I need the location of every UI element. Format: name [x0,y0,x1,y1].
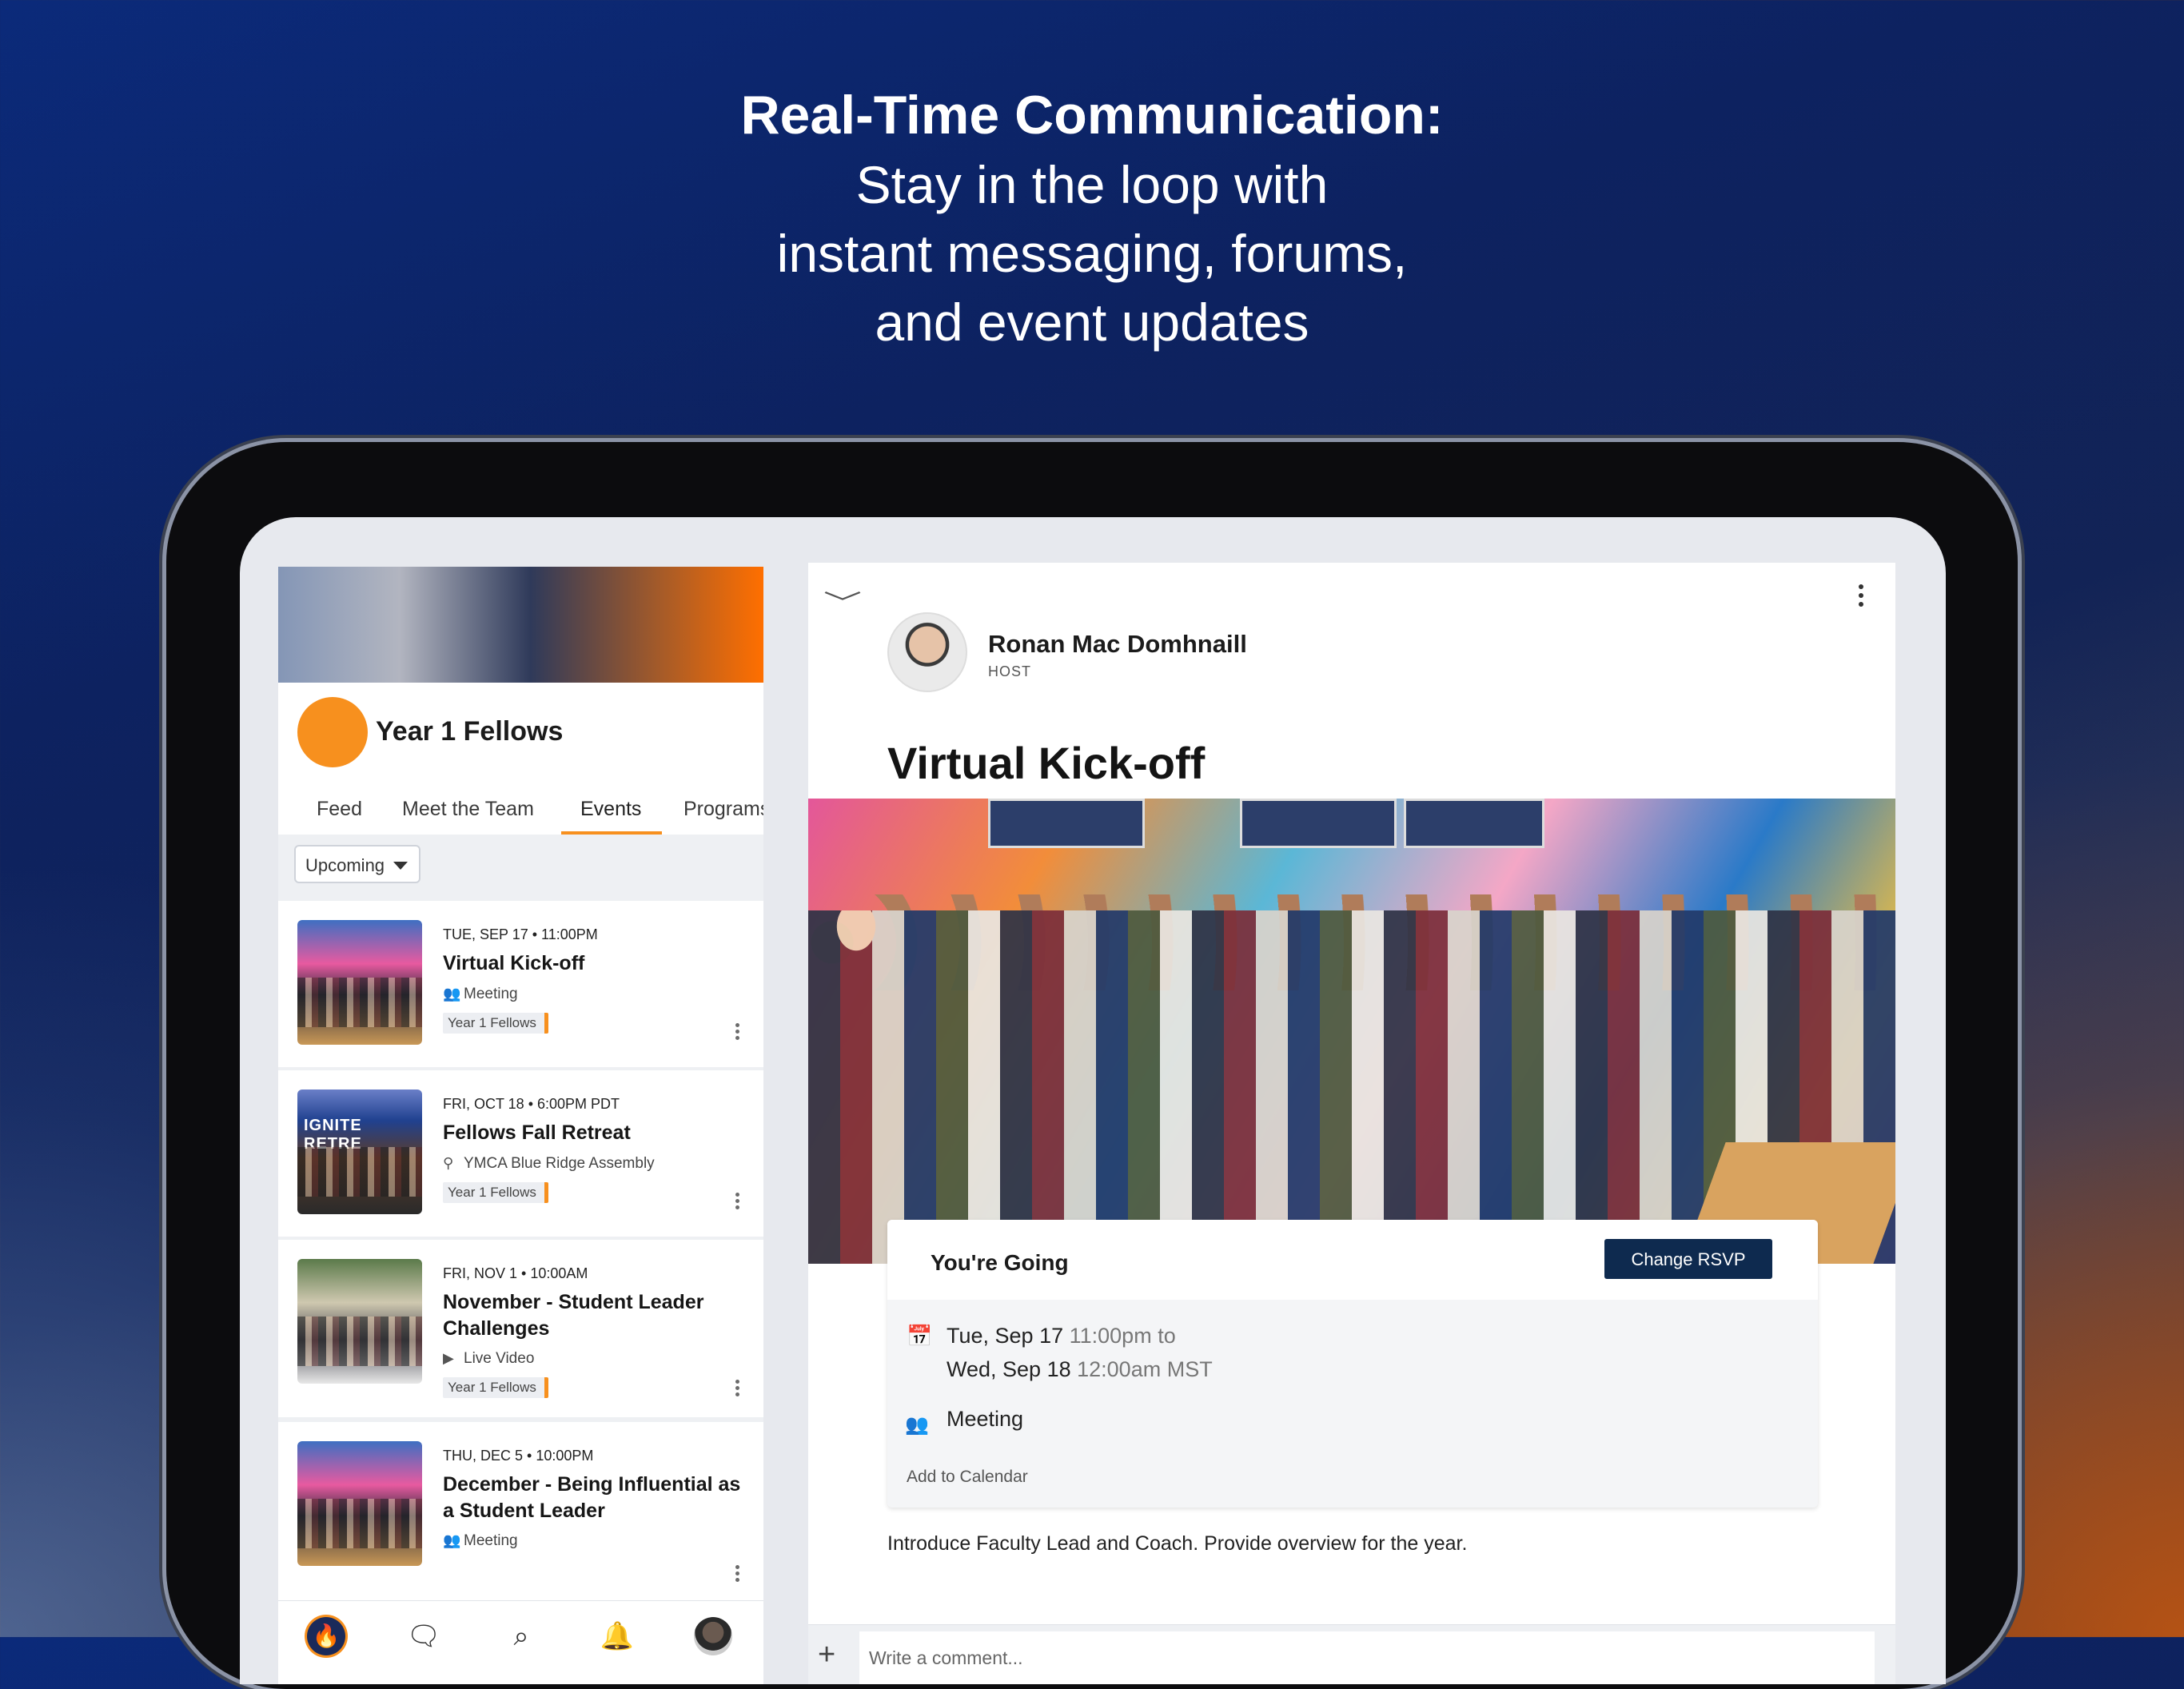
event-thumbnail: IGNITE RETRE [297,1089,422,1214]
event-meta: 👥 Meeting [443,1532,518,1550]
event-detail-panel: ﹀ Ronan Mac Domhnaill HOST Virtual Kick-… [808,563,1895,1684]
headline-line-3: and event updates [875,293,1309,352]
rsvp-card: You're Going Change RSVP 📅 Tue, Sep 17 1… [887,1220,1818,1508]
event-date: FRI, NOV 1 • 10:00AM [443,1265,588,1281]
group-header: Year 1 Fellows Feed Meet the Team Events… [278,683,763,835]
avatar[interactable] [694,1617,732,1655]
host-role: HOST [988,663,1032,679]
event-date: TUE, SEP 17 • 11:00PM [443,926,598,942]
end-time: 12:00am MST [1077,1357,1213,1381]
event-detail-title: Virtual Kick-off [887,738,1206,788]
event-title: Fellows Fall Retreat [443,1121,631,1144]
event-title: December - Being Influential as a Studen… [443,1473,741,1522]
group-cover-image [278,567,763,683]
event-card[interactable]: FRI, NOV 1 • 10:00AM November - Student … [278,1240,763,1417]
event-date: FRI, OCT 18 • 6:00PM PDT [443,1096,620,1112]
host-name[interactable]: Ronan Mac Domhnaill [988,630,1247,659]
event-meta: ▶ Live Video [443,1350,534,1368]
people-icon: 👥 [905,1414,929,1436]
tab-feed[interactable]: Feed [317,798,362,821]
event-title: Virtual Kick-off [443,952,585,974]
more-options-icon[interactable] [735,1377,739,1399]
people-icon: 👥 [443,986,461,1002]
start-time: 11:00pm to [1069,1324,1176,1348]
event-location: YMCA Blue Ridge Assembly [464,1155,655,1172]
event-meta: ⚲ YMCA Blue Ridge Assembly [443,1155,655,1173]
bell-icon[interactable]: 🔔 [598,1617,636,1655]
event-start: Tue, Sep 17 11:00pm to [947,1324,1176,1348]
group-name: Year 1 Fellows [376,716,564,747]
tab-events[interactable]: Events [580,798,641,821]
home-icon[interactable]: 🔥 [307,1617,345,1655]
event-card[interactable]: IGNITE RETRE FRI, OCT 18 • 6:00PM PDT Fe… [278,1070,763,1237]
headline-line-2: instant messaging, forums, [776,224,1408,283]
marketing-headline: Real-Time Communication: Stay in the loo… [0,80,2184,357]
plus-icon[interactable]: + [818,1639,835,1670]
calendar-icon: 📅 [907,1324,933,1348]
host-avatar[interactable] [887,612,967,692]
comment-input[interactable] [859,1631,1875,1684]
headline-title: Real-Time Communication: [740,85,1444,145]
rsvp-header: You're Going Change RSVP [887,1220,1818,1300]
chat-icon[interactable]: 🗨 [405,1617,443,1655]
play-icon: ▶ [443,1350,454,1366]
events-filter-dropdown[interactable]: Upcoming [294,845,420,883]
more-options-icon[interactable] [735,1563,739,1584]
tablet-screen: Year 1 Fellows Feed Meet the Team Events… [240,517,1946,1684]
group-tag: Year 1 Fellows [443,1013,548,1034]
event-type: Meeting [464,986,518,1002]
event-type: Live Video [464,1350,535,1367]
chevron-down-icon[interactable]: ﹀ [823,584,862,619]
end-day: Wed, Sep 18 [947,1357,1071,1381]
event-description: Introduce Faculty Lead and Coach. Provid… [887,1532,1468,1555]
location-pin-icon: ⚲ [443,1155,454,1171]
event-thumbnail [297,1259,422,1384]
event-date: THU, DEC 5 • 10:00PM [443,1448,594,1464]
more-options-icon[interactable] [735,1190,739,1212]
event-meta: 👥 Meeting [443,986,518,1003]
active-tab-indicator [561,831,662,835]
tab-meet-the-team[interactable]: Meet the Team [402,798,534,821]
group-tabs: Feed Meet the Team Events Programs [278,787,763,835]
bottom-navigation: 🔥 🗨 ⌕ 🔔 [278,1600,763,1684]
event-thumbnail [297,920,422,1045]
group-tag: Year 1 Fellows [443,1377,548,1398]
event-end: Wed, Sep 18 12:00am MST [947,1357,1213,1382]
group-panel: Year 1 Fellows Feed Meet the Team Events… [278,567,763,1684]
group-logo[interactable] [297,697,368,767]
event-thumbnail [297,1441,422,1566]
headline-line-1: Stay in the loop with [855,155,1329,214]
more-options-icon[interactable] [735,1021,739,1042]
add-to-calendar-link[interactable]: Add to Calendar [907,1468,1028,1487]
event-type: Meeting [464,1532,518,1549]
tab-programs[interactable]: Programs [683,798,763,821]
start-day: Tue, Sep 17 [947,1324,1064,1348]
event-title: November - Student Leader Challenges [443,1291,704,1340]
rsvp-status: You're Going [931,1250,1069,1275]
comment-bar: + [808,1624,1895,1684]
people-icon: 👥 [443,1532,461,1548]
event-cover-photo [808,799,1895,1264]
filter-value: Upcoming [305,855,385,875]
event-card[interactable]: TUE, SEP 17 • 11:00PM Virtual Kick-off 👥… [278,901,763,1067]
group-tag: Year 1 Fellows [443,1182,548,1203]
more-options-icon[interactable] [1859,580,1863,611]
caret-down-icon [393,862,408,870]
search-icon[interactable]: ⌕ [502,1617,540,1655]
event-card[interactable]: THU, DEC 5 • 10:00PM December - Being In… [278,1422,763,1606]
change-rsvp-button[interactable]: Change RSVP [1604,1239,1772,1279]
event-type: Meeting [947,1407,1024,1431]
